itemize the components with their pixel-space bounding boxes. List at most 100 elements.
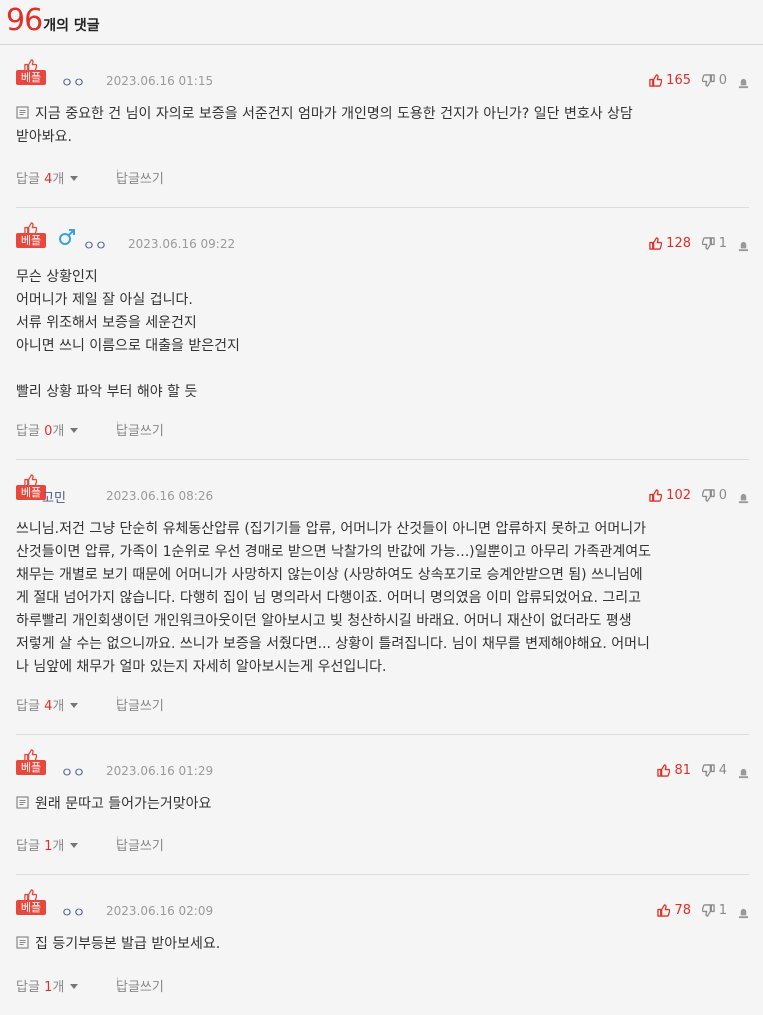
comment-actions: 답글 1개 답글쓰기 — [16, 830, 749, 860]
dislike-count: 0 — [718, 73, 727, 88]
reply-toggle-button[interactable]: 답글 4개 — [16, 695, 79, 714]
thumbs-down-icon — [701, 237, 715, 250]
comment-line: 받아봐요. — [16, 129, 72, 145]
comment-line: 게 절대 넘어가지 않습니다. 다행히 집이 님 명의라서 다행이죠. 어머니 … — [16, 590, 642, 606]
comment-line: 빨리 상황 파악 부터 해야 할 듯 — [16, 384, 198, 400]
chevron-down-icon — [70, 843, 79, 848]
thumbs-up-icon — [24, 887, 38, 902]
thumbs-down-icon — [701, 764, 715, 777]
comment-line: 서류 위조해서 보증을 세운건지 — [16, 315, 197, 331]
report-icon[interactable] — [738, 489, 749, 508]
dislike-button[interactable]: 0 — [701, 73, 727, 88]
comment-meta: 베플 ㅇㅇ 2023.06.16 09:22 128 1 — [16, 208, 749, 254]
dislike-button[interactable]: 4 — [701, 763, 727, 778]
comment-body: 무슨 상황인지어머니가 제일 잘 아실 겁니다. 서류 위조해서 보증을 세운건지… — [16, 244, 749, 404]
thumbs-down-icon — [701, 904, 715, 917]
comment-date: 2023.06.16 01:15 — [106, 74, 214, 88]
comment-author[interactable]: ㅇㅇ — [61, 72, 85, 91]
dislike-button[interactable]: 1 — [701, 236, 727, 251]
dislike-count: 1 — [718, 903, 727, 918]
thumbs-up-icon — [24, 472, 38, 487]
comment-date: 2023.06.16 08:26 — [106, 489, 214, 503]
like-button[interactable]: 165 — [649, 73, 691, 88]
comment-date: 2023.06.16 09:22 — [128, 237, 236, 251]
like-button[interactable]: 102 — [649, 488, 691, 503]
like-count: 78 — [674, 903, 691, 918]
thumbs-up-icon — [24, 220, 38, 235]
chevron-down-icon — [70, 176, 79, 181]
like-count: 165 — [666, 73, 691, 88]
comment-item: 베플 ㅇㅇ 2023.06.16 09:22 128 1 무슨 상황인지어머니가… — [16, 208, 749, 460]
chevron-down-icon — [70, 428, 79, 433]
memo-icon — [16, 794, 29, 809]
comment-author[interactable]: ㅇㅇ — [83, 235, 107, 254]
comment-line: 하루빨리 개인회생이던 개인워크아웃이던 알아보시고 빚 청산하시길 바래요. … — [16, 613, 632, 629]
dislike-count: 1 — [718, 236, 727, 251]
write-reply-button[interactable]: 답글쓰기 — [116, 420, 164, 439]
chevron-down-icon — [70, 703, 79, 708]
comment-author[interactable]: ㅇㅇ — [61, 902, 85, 921]
best-label: 베플 — [16, 900, 46, 915]
comment-line: 원래 문따고 들어가는거맞아요 — [16, 793, 749, 816]
write-reply-button[interactable]: 답글쓰기 — [116, 976, 164, 995]
comment-body: 쓰니님.저건 그냥 단순히 유체동산압류 (집기기들 압류, 어머니가 산것들이… — [16, 496, 749, 679]
comment-line: 저렇게 살 수는 없으니까요. 쓰니가 보증을 서줬다면... 상황이 틀려집니… — [16, 636, 650, 652]
comment-line: 아니면 쓰니 이름으로 대출을 받은건지 — [16, 338, 240, 354]
comment-line — [16, 358, 749, 381]
best-badge: 베플 — [16, 887, 46, 915]
comment-meta: 베플 ㅇㅇ 2023.06.16 01:15 165 0 — [16, 45, 749, 91]
dislike-count: 0 — [718, 488, 727, 503]
best-badge: 베플 — [16, 57, 46, 85]
dislike-count: 4 — [718, 763, 727, 778]
report-icon[interactable] — [738, 764, 749, 783]
dislike-button[interactable]: 1 — [701, 903, 727, 918]
dislike-button[interactable]: 0 — [701, 488, 727, 503]
report-icon[interactable] — [738, 74, 749, 93]
reply-toggle-button[interactable]: 답글 1개 — [16, 976, 79, 995]
comment-line: 지금 중요한 건 님이 자의로 보증을 서준건지 엄마가 개인명의 도용한 건지… — [16, 103, 749, 126]
thumbs-up-icon — [657, 764, 671, 777]
thumbs-up-icon — [24, 57, 38, 72]
like-button[interactable]: 81 — [657, 763, 691, 778]
comment-item: 베플 ㅇㅇ 2023.06.16 01:15 165 0 지금 중요한 건 님이… — [16, 45, 749, 208]
best-label: 베플 — [16, 760, 46, 775]
report-icon[interactable] — [738, 904, 749, 923]
thumbs-up-icon — [24, 747, 38, 762]
comment-author[interactable]: ㅇㅇ — [61, 762, 85, 781]
comment-line: 쓰니님.저건 그냥 단순히 유체동산압류 (집기기들 압류, 어머니가 산것들이… — [16, 521, 647, 537]
comment-line: 집 등기부등본 발급 받아보세요. — [16, 933, 749, 956]
comment-date: 2023.06.16 01:29 — [106, 764, 214, 778]
comment-line: 어머니가 제일 잘 아실 겁니다. — [16, 292, 193, 308]
thumbs-up-icon — [649, 489, 663, 502]
male-icon — [58, 228, 76, 246]
like-count: 128 — [666, 236, 691, 251]
reply-toggle-button[interactable]: 답글 4개 — [16, 168, 79, 187]
write-reply-button[interactable]: 답글쓰기 — [116, 695, 164, 714]
thumbs-up-icon — [657, 904, 671, 917]
write-reply-button[interactable]: 답글쓰기 — [116, 835, 164, 854]
comment-item: 베플 ㅇㅇ 2023.06.16 01:29 81 4 원래 문따고 들어가는거… — [16, 735, 749, 875]
reply-toggle-button[interactable]: 답글 1개 — [16, 835, 79, 854]
memo-icon — [16, 104, 29, 119]
best-label: 베플 — [16, 233, 46, 248]
comment-author[interactable]: 고민 — [42, 487, 66, 506]
comment-meta: 베플 고민 2023.06.16 08:26 102 0 — [16, 460, 749, 506]
like-count: 81 — [674, 763, 691, 778]
thumbs-down-icon — [701, 74, 715, 87]
report-icon[interactable] — [738, 237, 749, 256]
write-reply-button[interactable]: 답글쓰기 — [116, 168, 164, 187]
comment-meta: 베플 ㅇㅇ 2023.06.16 01:29 81 4 — [16, 735, 749, 781]
comment-date: 2023.06.16 02:09 — [106, 904, 214, 918]
like-button[interactable]: 128 — [649, 236, 691, 251]
comment-item: 베플 ㅇㅇ 2023.06.16 02:09 78 1 집 등기부등본 발급 받… — [16, 875, 749, 1015]
comment-count-label: 개의 댓글 — [43, 18, 100, 34]
chevron-down-icon — [70, 984, 79, 989]
best-badge: 베플 — [16, 220, 46, 248]
thumbs-down-icon — [701, 489, 715, 502]
thumbs-up-icon — [649, 74, 663, 87]
reply-toggle-button[interactable]: 답글 0개 — [16, 420, 79, 439]
memo-icon — [16, 934, 29, 949]
comment-line: 무슨 상황인지 — [16, 269, 98, 285]
like-button[interactable]: 78 — [657, 903, 691, 918]
comment-line: 나 님앞에 채무가 얼마 있는지 자세히 알아보시는게 우선입니다. — [16, 659, 387, 675]
